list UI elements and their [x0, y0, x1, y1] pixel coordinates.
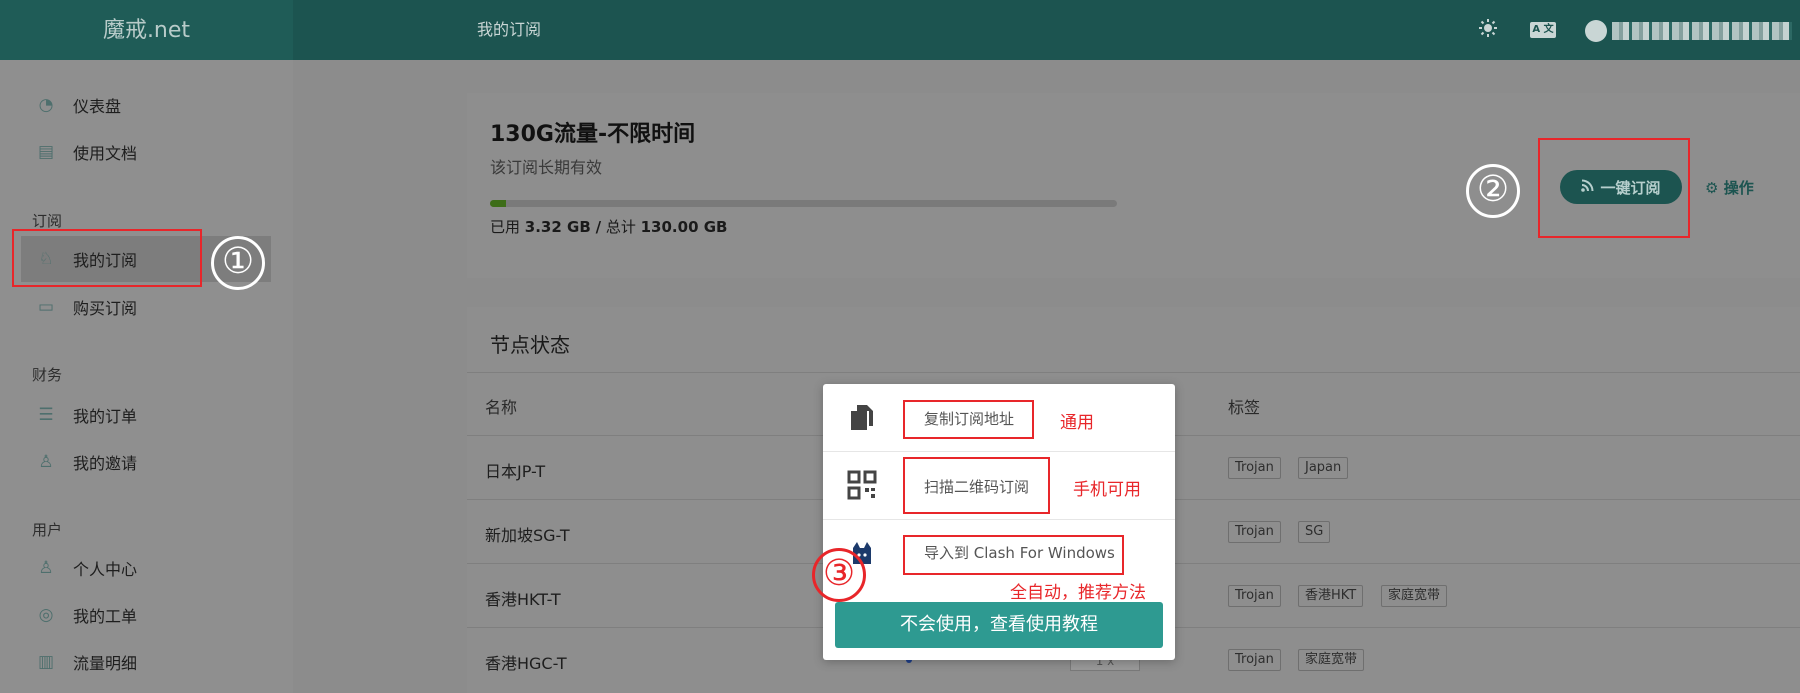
sidebar-item-traffic[interactable]: ▥ 流量明细 — [21, 639, 271, 685]
column-header-tags: 标签 — [1228, 398, 1261, 417]
sidebar-item-profile[interactable]: ♙ 个人中心 — [21, 545, 271, 591]
annotation-note-clash: 全自动，推荐方法 — [1010, 583, 1146, 603]
usage-text: 已用 3.32 GB / 总计 130.00 GB — [490, 216, 727, 237]
divider — [467, 372, 1800, 373]
annotation-box-copy — [903, 400, 1034, 439]
brand-logo[interactable]: 魔戒.net — [0, 0, 293, 60]
node-name: 日本JP-T — [485, 462, 546, 481]
usage-progress-fill — [490, 200, 506, 207]
usage-separator: / — [595, 218, 602, 236]
plan-subtitle: 该订阅长期有效 — [490, 158, 603, 177]
list-icon: ☰ — [38, 405, 54, 425]
operations-button[interactable]: ⚙ 操作 — [1705, 177, 1754, 198]
annotation-box-qr — [903, 457, 1050, 514]
plan-title: 130G流量-不限时间 — [490, 122, 696, 147]
node-status-title: 节点状态 — [490, 333, 570, 357]
sidebar-group-user: 用户 — [32, 521, 63, 539]
annotation-number-2: ② — [1466, 164, 1520, 218]
sidebar-item-label: 使用文档 — [73, 144, 138, 163]
book-icon: ▤ — [37, 142, 55, 162]
used-value: 3.32 GB — [524, 218, 591, 236]
user-name-blurred[interactable] — [1612, 22, 1792, 40]
clipboard-icon: ▭ — [37, 297, 55, 317]
user-icon: ♙ — [38, 558, 54, 578]
qr-code-icon — [847, 470, 877, 500]
node-tag: Trojan — [1228, 649, 1281, 671]
support-icon: ◎ — [38, 605, 54, 625]
dashboard-icon: ◔ — [38, 95, 54, 115]
node-name: 香港HGC-T — [485, 654, 567, 673]
node-tag: SG — [1298, 521, 1331, 543]
annotation-number-1: ① — [211, 236, 265, 290]
sidebar-item-orders[interactable]: ☰ 我的订单 — [21, 392, 271, 438]
sidebar-group-finance: 财务 — [32, 366, 63, 384]
annotation-box-clash — [903, 535, 1124, 575]
sidebar-item-invites[interactable]: ♙ 我的邀请 — [21, 439, 271, 485]
sidebar-item-label: 流量明细 — [73, 654, 138, 673]
node-tag: Japan — [1298, 457, 1349, 479]
user-invite-icon: ♙ — [38, 452, 54, 472]
sidebar-item-label: 个人中心 — [73, 560, 138, 579]
annotation-box-subscribe — [1538, 138, 1690, 238]
column-header-name: 名称 — [485, 398, 518, 417]
node-tag: Trojan — [1228, 521, 1281, 543]
operations-label: 操作 — [1723, 179, 1754, 197]
node-tag: 香港HKT — [1298, 585, 1364, 607]
annotation-box-my-subscription — [12, 229, 202, 287]
language-icon[interactable]: A 文 — [1530, 22, 1556, 38]
bar-chart-icon: ▥ — [37, 652, 55, 672]
sidebar-item-label: 我的工单 — [73, 607, 138, 626]
total-value: 130.00 GB — [640, 218, 728, 236]
total-prefix: 总计 — [605, 218, 636, 236]
sidebar-item-label: 仪表盘 — [73, 97, 122, 116]
annotation-number-3: ③ — [812, 548, 866, 602]
sidebar-item-buy-subscription[interactable]: ▭ 购买订阅 — [21, 284, 271, 330]
sidebar-item-label: 我的订单 — [73, 407, 138, 426]
node-name: 香港HKT-T — [485, 590, 561, 609]
sidebar-item-dashboard[interactable]: ◔ 仪表盘 — [21, 82, 271, 128]
tutorial-button[interactable]: 不会使用，查看使用教程 — [835, 602, 1163, 648]
sidebar-item-docs[interactable]: ▤ 使用文档 — [21, 129, 271, 175]
annotation-note-qr: 手机可用 — [1073, 480, 1141, 500]
sidebar-group-subscribe: 订阅 — [32, 212, 63, 230]
node-name: 新加坡SG-T — [485, 526, 570, 545]
copy-icon — [847, 402, 877, 432]
node-tag: 家庭宽带 — [1298, 649, 1365, 671]
usage-progress-bar — [490, 200, 1117, 207]
avatar[interactable] — [1585, 20, 1607, 42]
node-tag: Trojan — [1228, 585, 1281, 607]
node-tag: Trojan — [1228, 457, 1281, 479]
page-title: 我的订阅 — [477, 20, 542, 39]
annotation-note-copy: 通用 — [1060, 413, 1094, 433]
node-tag: 家庭宽带 — [1381, 585, 1448, 607]
used-prefix: 已用 — [490, 218, 521, 236]
theme-sun-icon[interactable] — [1478, 18, 1498, 43]
sidebar-item-label: 我的邀请 — [73, 454, 138, 473]
sidebar-item-label: 购买订阅 — [73, 299, 138, 318]
sidebar-item-tickets[interactable]: ◎ 我的工单 — [21, 592, 271, 638]
gear-icon: ⚙ — [1705, 179, 1719, 197]
